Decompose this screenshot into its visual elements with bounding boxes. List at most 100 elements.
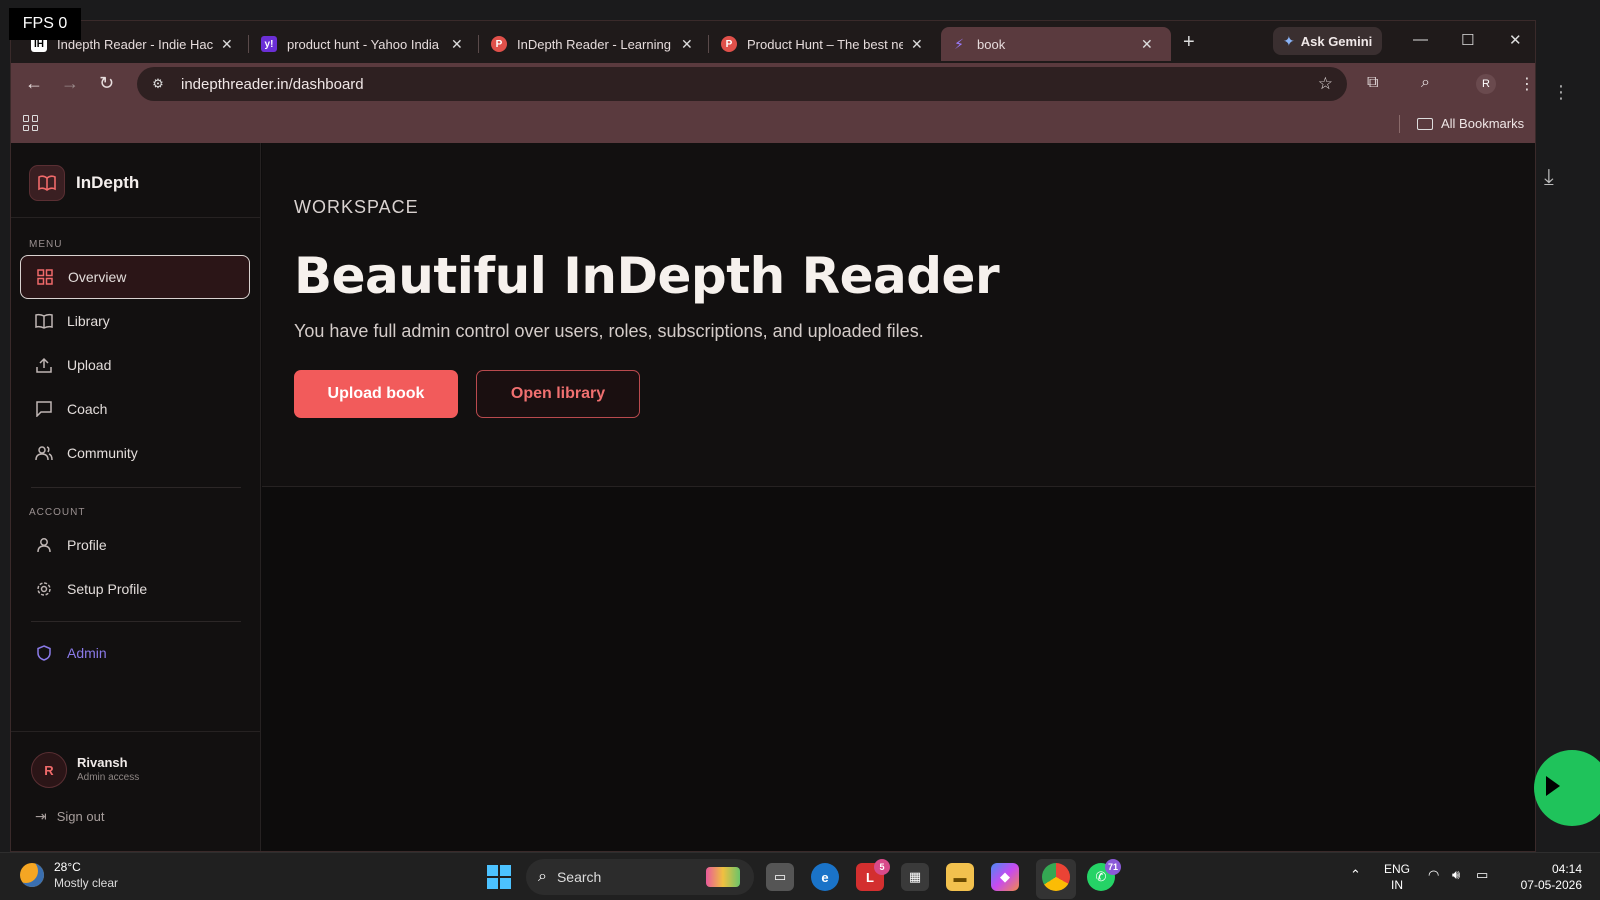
gear-icon	[35, 580, 53, 598]
clock-time: 04:14	[1551, 862, 1582, 876]
users-icon	[35, 444, 53, 462]
search-highlight-icon	[706, 867, 740, 887]
brand[interactable]: InDepth	[29, 165, 139, 201]
tab-indepth-producthunt[interactable]: P InDepth Reader - Learning n ✕	[481, 27, 703, 61]
logout-icon: ⇥	[35, 808, 47, 824]
battery-icon[interactable]: ▭	[1476, 867, 1488, 883]
profile-avatar[interactable]: R	[1476, 74, 1496, 94]
ask-gemini-button[interactable]: ✦ Ask Gemini	[1273, 27, 1383, 55]
all-bookmarks-button[interactable]: All Bookmarks	[1417, 116, 1524, 131]
tab-label: product hunt - Yahoo India S	[287, 36, 443, 52]
tab-search-icon[interactable]: ⌕	[1421, 74, 1430, 92]
tab-product-hunt[interactable]: P Product Hunt – The best nev ✕	[711, 27, 933, 61]
open-book-icon	[29, 165, 65, 201]
sidebar-item-overview[interactable]: Overview	[20, 255, 250, 299]
apps-grid-icon[interactable]	[23, 115, 39, 131]
new-tab-button[interactable]: +	[1183, 31, 1195, 54]
avatar[interactable]: R	[31, 752, 67, 788]
close-icon[interactable]: ✕	[1141, 36, 1153, 53]
volume-icon[interactable]: 🔊︎	[1452, 867, 1460, 883]
l-app-icon[interactable]: L5	[856, 859, 890, 891]
open-library-button[interactable]: Open library	[476, 370, 640, 418]
sidebar-item-setup-profile[interactable]: Setup Profile	[20, 567, 250, 611]
brand-name: InDepth	[76, 173, 140, 192]
product-hunt-icon: P	[491, 36, 507, 52]
sidebar-item-label: Coach	[67, 401, 108, 417]
main-content: WORKSPACE Beautiful InDepth Reader You h…	[262, 143, 1535, 851]
notification-badge: 71	[1104, 859, 1121, 875]
tray-chevron-up-icon[interactable]: ⌃	[1350, 867, 1361, 883]
tab-divider	[248, 35, 249, 53]
divider	[31, 621, 241, 622]
forward-arrow-icon[interactable]: →	[61, 73, 79, 94]
weather-condition: Mostly clear	[54, 876, 119, 890]
chat-icon	[35, 400, 53, 418]
user-card: R Rivansh Admin access ⇥ Sign out	[11, 731, 260, 851]
edge-icon[interactable]: e	[811, 863, 839, 891]
book-icon	[35, 312, 53, 330]
address-bar[interactable]: ⚙ indepthreader.in/dashboard ☆	[137, 67, 1347, 101]
wifi-icon[interactable]: ◠	[1428, 867, 1439, 883]
close-icon[interactable]: ✕	[681, 36, 693, 53]
sidebar-item-profile[interactable]: Profile	[20, 523, 250, 567]
tab-strip: IH Indepth Reader - Indie Hack ✕ y! prod…	[11, 21, 1535, 63]
weather-widget[interactable]: 28°C Mostly clear	[20, 859, 118, 891]
sidebar-item-label: Library	[67, 313, 110, 329]
download-icon[interactable]: ⤓	[1544, 164, 1554, 190]
file-explorer-icon[interactable]: ▬	[946, 863, 974, 891]
sidebar-item-upload[interactable]: Upload	[20, 343, 250, 387]
close-icon[interactable]: ✕	[451, 36, 463, 53]
section-eyebrow: WORKSPACE	[294, 197, 419, 217]
tab-label: book	[977, 36, 1006, 52]
tab-book[interactable]: ⚡ book ✕	[941, 27, 1171, 61]
bolt-icon: ⚡	[954, 35, 964, 52]
gemini-label: Ask Gemini	[1300, 33, 1373, 49]
upload-book-button[interactable]: Upload book	[294, 370, 458, 418]
copilot-icon[interactable]: ◆	[991, 863, 1019, 891]
system-clock[interactable]: 04:14 07-05-2026	[1514, 861, 1582, 893]
gemini-sparkle-icon: ✦	[1283, 32, 1295, 49]
sign-out-button[interactable]: ⇥ Sign out	[35, 808, 104, 825]
bookmark-star-icon[interactable]: ☆	[1318, 74, 1333, 94]
folder-icon	[1417, 117, 1433, 130]
sidebar-item-label: Setup Profile	[67, 581, 148, 597]
side-panel-menu-icon[interactable]: ⋮	[1552, 82, 1570, 103]
sidebar-item-admin[interactable]: Admin	[20, 631, 250, 675]
extensions-icon[interactable]: ⧉	[1367, 74, 1378, 92]
tab-yahoo[interactable]: y! product hunt - Yahoo India S ✕	[251, 27, 473, 61]
back-arrow-icon[interactable]: ←	[25, 73, 43, 94]
minimize-icon[interactable]: —	[1413, 31, 1428, 48]
reload-icon[interactable]: ↻	[99, 73, 114, 94]
sidebar: InDepth MENU Overview Library Upload Coa…	[11, 143, 261, 851]
close-icon[interactable]: ✕	[221, 36, 233, 53]
user-name: Rivansh	[77, 755, 128, 770]
taskbar: 28°C Mostly clear ⌕ Search ▭ e L5 ▦ ▬ ◆ …	[0, 852, 1600, 900]
whatsapp-icon[interactable]: ✆ 71	[1087, 859, 1121, 891]
chrome-icon[interactable]	[1042, 863, 1070, 891]
sidebar-item-label: Community	[67, 445, 138, 461]
sidebar-item-library[interactable]: Library	[20, 299, 250, 343]
store-icon[interactable]: ▦	[901, 863, 929, 891]
bookmarks-bar: All Bookmarks	[11, 105, 1535, 143]
yahoo-icon: y!	[261, 36, 277, 52]
windows-start-icon[interactable]	[487, 865, 511, 889]
sidebar-item-community[interactable]: Community	[20, 431, 250, 475]
weather-temp: 28°C	[54, 860, 81, 874]
task-view-icon[interactable]: ▭	[766, 863, 794, 891]
taskbar-search[interactable]: ⌕ Search	[526, 859, 754, 895]
language-indicator[interactable]: ENG IN	[1384, 861, 1410, 893]
sign-out-label: Sign out	[56, 809, 105, 824]
close-icon[interactable]: ✕	[911, 36, 923, 53]
whatsapp-fab[interactable]	[1534, 750, 1600, 826]
sidebar-item-label: Admin	[67, 645, 107, 661]
sidebar-item-label: Overview	[68, 269, 127, 285]
sidebar-item-coach[interactable]: Coach	[20, 387, 250, 431]
tab-label: InDepth Reader - Learning n	[517, 36, 673, 52]
site-settings-icon[interactable]: ⚙	[149, 75, 167, 93]
window-close-icon[interactable]: ✕	[1509, 31, 1522, 49]
browser-window: IH Indepth Reader - Indie Hack ✕ y! prod…	[10, 20, 1536, 852]
account-section-label: ACCOUNT	[29, 507, 86, 518]
maximize-icon[interactable]: ☐	[1461, 31, 1474, 49]
grid-icon	[36, 268, 54, 286]
kebab-menu-icon[interactable]: ⋮	[1519, 74, 1535, 94]
